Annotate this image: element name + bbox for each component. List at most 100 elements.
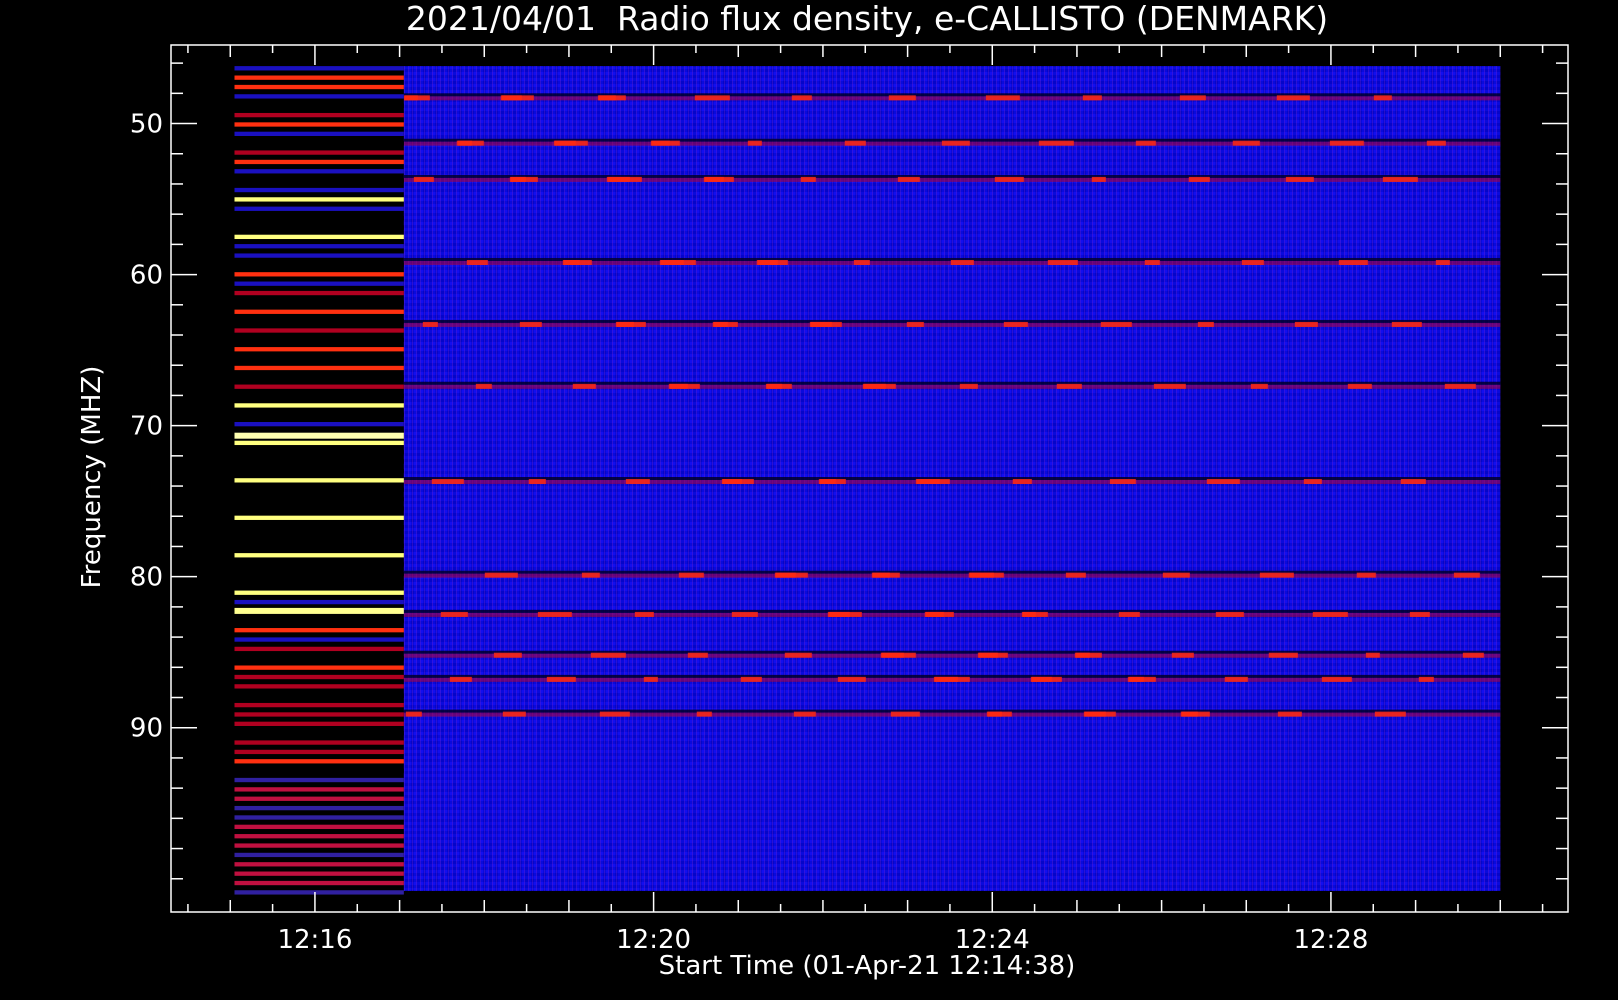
emission-spot [1179,95,1206,101]
burst-stripe [234,318,404,324]
burst-stripe [234,702,404,708]
emission-spot [546,676,576,682]
emission-spot [906,321,924,327]
emission-band [403,322,1501,327]
dark-band [403,709,1501,713]
emission-spot [985,95,1020,101]
emission-spot [501,95,534,101]
emission-spot [819,479,836,485]
emission-spot [475,383,492,389]
burst-region [234,66,404,895]
burst-stripe [234,150,404,155]
emission-spot [694,95,730,101]
x-axis-label: Start Time (01-Apr-21 12:14:38) [659,951,1076,981]
burst-stripe [234,571,404,577]
burst-stripe [234,422,404,427]
emission-spot [1031,676,1052,682]
emission-spot [800,176,816,182]
burst-stripe [234,84,404,90]
emission-spot [1082,95,1102,101]
emission-spot [1206,479,1240,485]
emission-spot [1047,259,1078,265]
burst-stripe [234,496,404,502]
emission-spot [1232,140,1260,146]
emission-spot [1224,676,1248,682]
emission-spot [810,321,832,327]
emission-band [403,96,1501,101]
burst-stripe [234,712,404,717]
emission-spot [572,383,596,389]
burst-stripe [234,684,404,689]
emission-spot [740,676,762,682]
emission-spot [1038,140,1074,146]
burst-stripe [234,244,404,249]
emission-spot [863,383,886,389]
emission-spot [598,95,616,101]
y-tick-label: 70 [130,412,163,442]
emission-spot [959,383,978,389]
burst-stripe [234,300,404,305]
emission-spot [1303,479,1322,485]
burst-stripe [234,262,404,268]
emission-spot [502,711,526,717]
emission-spot [493,652,522,658]
burst-stripe [234,637,404,642]
emission-spot [1012,479,1032,485]
emission-spot [757,259,778,265]
emission-spot [766,383,782,389]
emission-spot [537,611,572,617]
emission-spot [793,711,816,717]
chart-title: 2021/04/01 Radio flux density, e-CALLIST… [406,0,1328,38]
emission-spot [607,176,642,182]
burst-stripe [234,215,404,221]
emission-spot [1435,259,1450,265]
burst-stripe [234,777,404,783]
burst-stripe [234,880,404,886]
burst-bright-band [234,432,404,439]
emission-spot [731,611,758,617]
burst-stripe [234,665,404,670]
burst-stripe [234,674,404,680]
burst-stripe [234,393,404,399]
burst-stripe [234,805,404,811]
burst-stripe [234,94,404,99]
burst-stripe [234,871,404,876]
emission-spot [1329,140,1364,146]
emission-spot [1374,711,1406,717]
emission-spot [994,176,1024,182]
emission-spot [510,176,538,182]
emission-spot [775,572,808,578]
emission-spot [950,259,974,265]
burst-stripe [234,693,404,698]
emission-spot [1268,652,1298,658]
emission-spot [1338,259,1368,265]
dark-band [403,174,1501,178]
burst-stripe [234,852,404,858]
emission-band [403,177,1501,182]
emission-spot [1321,676,1352,682]
emission-spot [881,652,916,658]
plot-area [234,66,1501,895]
emission-spot [1347,383,1372,389]
dark-band [403,477,1501,481]
burst-stripe [234,103,404,108]
x-tick-label: 12:28 [1293,925,1368,955]
emission-spot [1162,572,1190,578]
emission-spot [1312,611,1348,617]
emission-spot [969,572,994,578]
dark-band [403,650,1501,654]
burst-stripe [234,534,404,539]
emission-spot [925,611,944,617]
emission-spot [1171,652,1194,658]
emission-spot [747,140,762,146]
burst-stripe [234,328,404,333]
burst-stripe [234,347,404,352]
emission-band [403,480,1501,485]
burst-stripe [234,169,404,174]
emission-spot [599,711,630,717]
emission-spot [941,140,970,146]
emission-spot [722,479,754,485]
burst-stripe [234,468,404,474]
burst-stripe [234,824,404,829]
emission-spot [660,259,696,265]
